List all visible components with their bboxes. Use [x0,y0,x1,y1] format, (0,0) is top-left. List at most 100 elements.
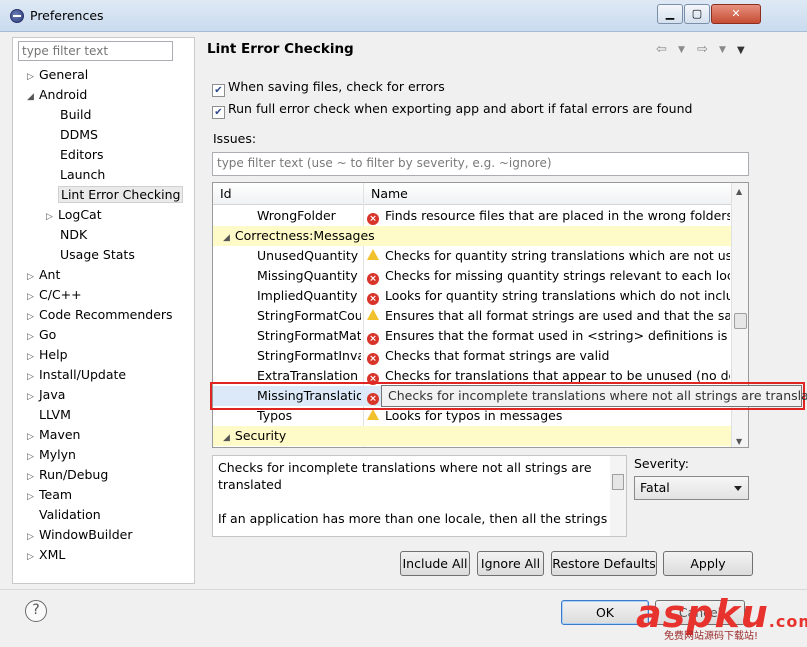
dropdown-caret-icon [734,486,742,491]
error-icon: × [367,273,379,285]
table-row[interactable]: StringFormatCount Ensures that all forma… [213,306,732,326]
error-icon: × [367,213,379,225]
expand-arrow-icon[interactable]: ▷ [27,487,39,507]
tree-filter-input[interactable] [18,41,173,61]
warning-icon [367,309,379,320]
error-icon: × [367,353,379,365]
expand-arrow-icon[interactable]: ▷ [27,547,39,567]
collapse-arrow-icon[interactable]: ◢ [223,233,230,243]
expand-arrow-icon[interactable]: ▷ [27,347,39,367]
tree-item-ant[interactable]: ▷ Ant [27,265,60,285]
back-dropdown-icon[interactable]: ▼ [678,45,685,55]
column-header-name[interactable]: Name [371,186,408,201]
tree-item-build[interactable]: Build [60,105,91,125]
title-bar: Preferences ▁ ▢ ✕ [0,0,807,32]
view-menu-icon[interactable]: ▼ [737,45,745,56]
table-row[interactable]: StringFormatMatches ×Ensures that the fo… [213,326,732,346]
column-header-id[interactable]: Id [220,186,232,201]
warning-icon [367,409,379,420]
table-category-row[interactable]: ◢ Correctness:Messages [213,226,732,246]
tree-item-go[interactable]: ▷ Go [27,325,56,345]
expand-arrow-icon[interactable]: ▷ [27,327,39,347]
tree-item-general[interactable]: ▷ General [27,65,88,85]
description-scrollbar[interactable] [610,456,626,536]
expand-arrow-icon[interactable]: ▷ [27,447,39,467]
tree-item-code-recommenders[interactable]: ▷ Code Recommenders [27,305,173,325]
check-on-save-checkbox[interactable]: ✔ [212,84,225,97]
forward-dropdown-icon[interactable]: ▼ [719,45,726,55]
tree-item-editors[interactable]: Editors [60,145,104,165]
severity-dropdown[interactable]: Fatal [634,476,749,500]
restore-defaults-button[interactable]: Restore Defaults [551,551,657,576]
expand-arrow-icon[interactable]: ▷ [46,207,58,227]
expand-arrow-icon[interactable]: ▷ [27,527,39,547]
check-on-export-checkbox[interactable]: ✔ [212,106,225,119]
tree-item-llvm[interactable]: LLVM [39,405,71,425]
collapse-arrow-icon[interactable]: ◢ [223,433,230,443]
footer-separator [0,589,807,590]
expand-arrow-icon[interactable]: ▷ [27,427,39,447]
expand-arrow-icon[interactable]: ▷ [27,307,39,327]
scrollbar-thumb[interactable] [612,474,624,490]
tree-item-maven[interactable]: ▷ Maven [27,425,80,445]
tree-item-windowbuilder[interactable]: ▷ WindowBuilder [27,525,133,545]
close-window-button[interactable]: ✕ [711,4,761,24]
tree-item-lint-error-checking[interactable]: Lint Error Checking [58,185,184,205]
table-header: Id Name [213,183,732,205]
issues-label: Issues: [213,131,257,146]
expand-arrow-icon[interactable]: ▷ [27,67,39,87]
back-arrow-icon[interactable]: ⇦ [656,42,667,57]
tree-item-ddms[interactable]: DDMS [60,125,98,145]
expand-arrow-icon[interactable]: ▷ [27,267,39,287]
collapse-arrow-icon[interactable]: ◢ [27,87,39,107]
table-row[interactable]: MissingQuantity × Checks for missing quan… [213,266,732,286]
tree-item-mylyn[interactable]: ▷ Mylyn [27,445,76,465]
issue-filter-input[interactable]: type filter text (use ~ to filter by sev… [212,152,749,176]
issue-tooltip: Checks for incomplete translations where… [381,385,807,407]
help-icon[interactable]: ? [25,600,47,622]
table-row[interactable]: UnusedQuantity Checks for quantity strin… [213,246,732,266]
check-on-save-row[interactable]: ✔ When saving files, check for errors [212,77,445,97]
apply-button[interactable]: Apply [663,551,753,576]
issue-description-panel: Checks for incomplete translations where… [212,455,627,537]
watermark-subtitle: 免费网站源码下载站! [664,631,759,642]
expand-arrow-icon[interactable]: ▷ [27,387,39,407]
scroll-down-arrow-icon[interactable]: ▼ [736,437,742,446]
table-row[interactable]: StringFormatInvalid ×Checks that format … [213,346,732,366]
tree-item-launch[interactable]: Launch [60,165,105,185]
tree-item-usage-stats[interactable]: Usage Stats [60,245,135,265]
eclipse-logo-icon [10,9,24,23]
include-all-button[interactable]: Include All [400,551,470,576]
window-title: Preferences [30,8,104,23]
warning-icon [367,249,379,260]
tree-item-xml[interactable]: ▷ XML [27,545,65,565]
tree-item-team[interactable]: ▷ Team [27,485,72,505]
expand-arrow-icon[interactable]: ▷ [27,467,39,487]
tree-item-ndk[interactable]: NDK [60,225,87,245]
expand-arrow-icon[interactable]: ▷ [27,287,39,307]
severity-label: Severity: [634,456,689,471]
error-icon: × [367,293,379,305]
table-category-row[interactable]: ◢ Security [213,426,732,446]
tree-item-logcat[interactable]: ▷ LogCat [46,205,102,225]
error-icon: × [367,333,379,345]
preferences-tree-panel: ▷General ◢Android Build DDMS Editors Lau… [12,37,195,584]
tree-item-c-cpp[interactable]: ▷ C/C++ [27,285,82,305]
table-row[interactable]: ImpliedQuantity × Looks for quantity stri… [213,286,732,306]
tree-item-validation[interactable]: Validation [39,505,101,525]
tree-item-help[interactable]: ▷ Help [27,345,68,365]
scroll-up-arrow-icon[interactable]: ▲ [736,187,742,196]
check-on-export-row[interactable]: ✔ Run full error check when exporting app… [212,99,692,119]
page-title: Lint Error Checking [207,41,354,57]
maximize-button[interactable]: ▢ [684,4,710,24]
tree-item-run-debug[interactable]: ▷ Run/Debug [27,465,108,485]
minimize-button[interactable]: ▁ [657,4,683,24]
table-row[interactable]: WrongFolder × Finds resource files that a… [213,206,732,226]
tree-item-android[interactable]: ◢ Android [27,85,87,105]
expand-arrow-icon[interactable]: ▷ [27,367,39,387]
tree-item-install-update[interactable]: ▷ Install/Update [27,365,126,385]
ignore-all-button[interactable]: Ignore All [477,551,544,576]
scrollbar-thumb[interactable] [734,313,747,329]
tree-item-java[interactable]: ▷ Java [27,385,65,405]
forward-arrow-icon[interactable]: ⇨ [697,42,708,57]
